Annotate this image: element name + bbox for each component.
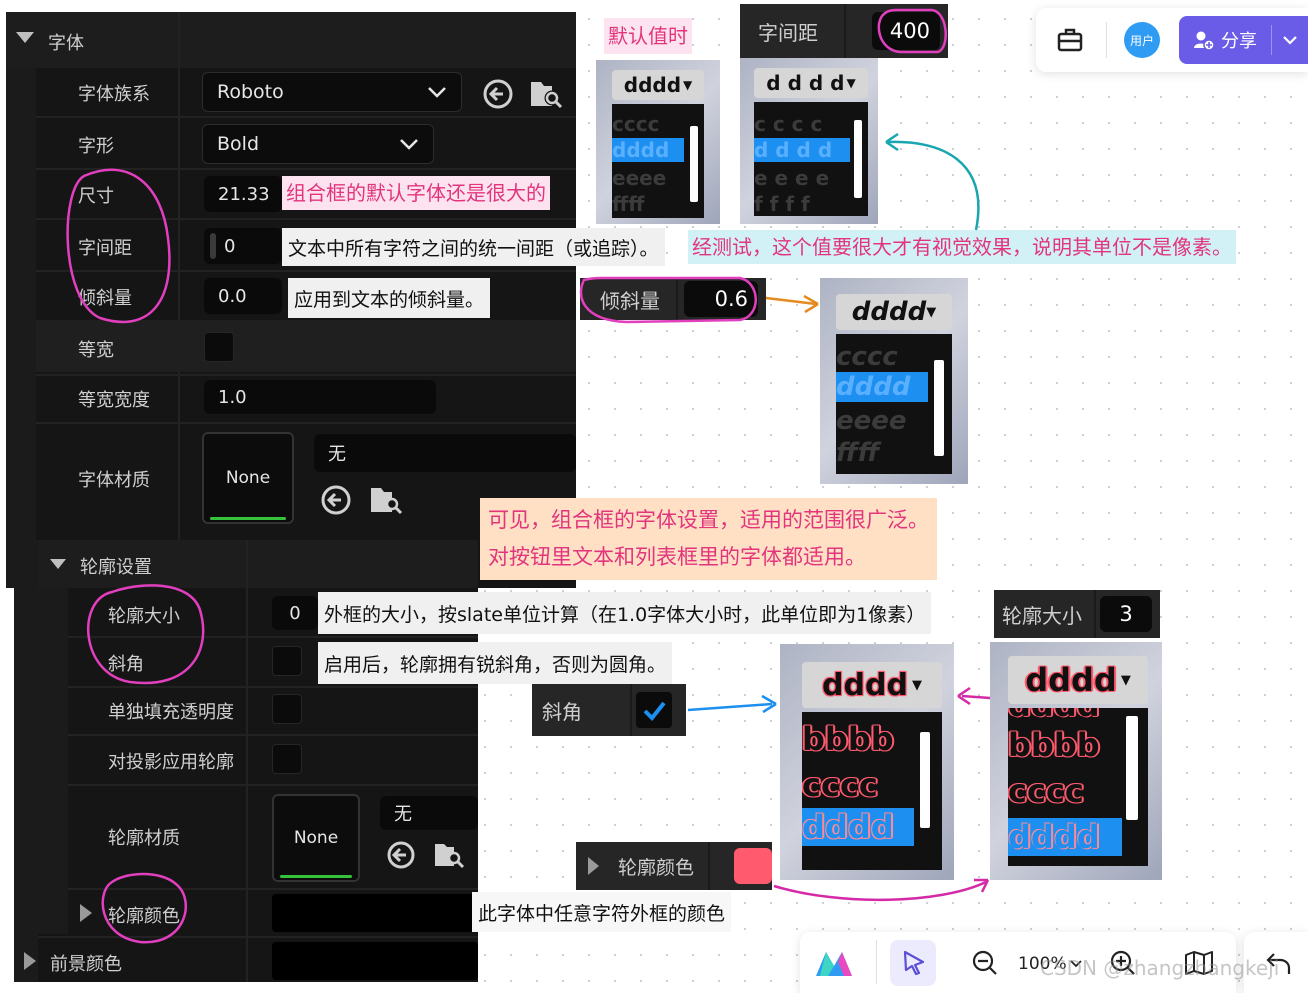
app-logo-icon [816,952,852,976]
toolbox-icon[interactable] [1056,26,1084,54]
magenta-arrow [773,880,987,902]
circle-annotation [87,584,205,685]
teal-arrow [887,140,980,231]
add-user-icon [1194,31,1215,51]
cursor-icon [903,950,925,976]
annotation-overlay [66,8,991,944]
watermark: CSDN @zhangzhangkeji [1040,956,1280,980]
divider [1271,25,1272,55]
circle-annotation [579,276,757,324]
select-tool-button[interactable] [890,940,936,986]
circle-annotation [101,872,187,944]
blue-arrow [687,702,773,712]
chevron-down-icon[interactable] [1282,35,1298,45]
share-label: 分享 [1221,31,1257,52]
avatar[interactable]: 用户 [1124,22,1160,58]
zoom-out-icon[interactable] [972,950,998,976]
top-toolbar: 用户 分享 [1036,8,1308,72]
circle-annotation [66,168,171,324]
divider [876,940,877,984]
circle-annotation [877,8,947,54]
share-button[interactable]: 分享 [1179,16,1308,64]
divider [1106,22,1107,58]
magenta-arrow [961,694,991,700]
